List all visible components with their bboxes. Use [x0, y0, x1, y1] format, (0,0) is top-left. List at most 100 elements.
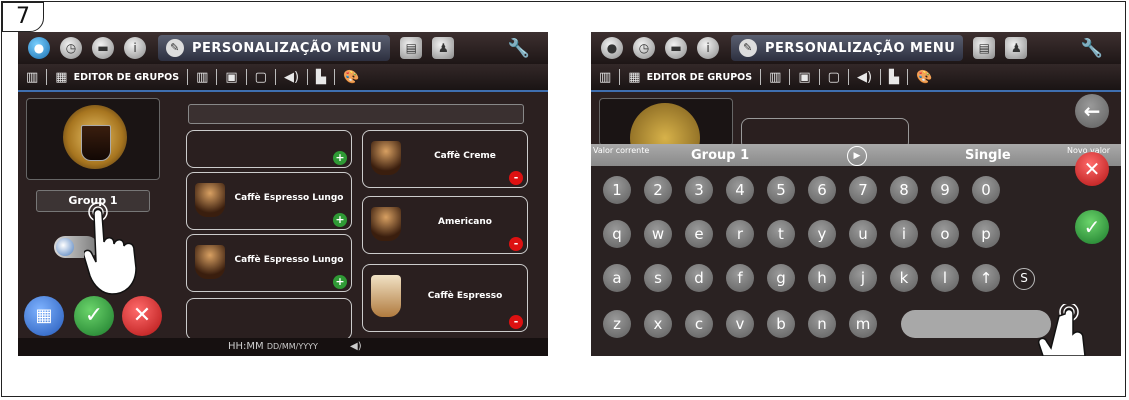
key-1[interactable]: 1 — [603, 176, 631, 204]
recipe-book-icon[interactable]: ▥ — [196, 70, 208, 85]
book-icon[interactable]: ▥ — [599, 70, 611, 85]
key-n[interactable]: n — [808, 310, 836, 338]
backspace-button[interactable]: ← — [1075, 94, 1109, 128]
drink-image — [371, 275, 401, 317]
palette-icon[interactable]: 🎨 — [343, 70, 359, 85]
divider — [245, 69, 247, 85]
user-icon[interactable]: ♟ — [1005, 37, 1028, 59]
speaker-icon[interactable]: ◀) — [284, 70, 299, 85]
left-screen: ● ◷ ▬ i ✎ PERSONALIZAÇÃO MENU ▤ ♟ 🔧 ▥ ▦ … — [18, 32, 548, 356]
wrench-icon[interactable]: 🔧 — [508, 38, 530, 59]
add-icon[interactable]: + — [333, 275, 347, 289]
key-k[interactable]: k — [890, 264, 918, 292]
group-image — [599, 98, 733, 146]
remove-icon[interactable]: - — [509, 171, 523, 185]
key-v[interactable]: v — [726, 310, 754, 338]
key-p[interactable]: p — [972, 220, 1000, 248]
drink-card[interactable]: Caffè Espresso Lungo + — [186, 234, 352, 292]
grid-button[interactable]: ▦ — [24, 296, 64, 336]
recipe-book-icon[interactable]: ▥ — [769, 70, 781, 85]
cancel-button[interactable]: ✕ — [122, 296, 162, 336]
key-c[interactable]: c — [685, 310, 713, 338]
key-g[interactable]: g — [767, 264, 795, 292]
key-7[interactable]: 7 — [849, 176, 877, 204]
remove-icon[interactable]: - — [509, 315, 523, 329]
list-icon[interactable]: ▤ — [400, 37, 423, 59]
key-d[interactable]: d — [685, 264, 713, 292]
new-value: Single — [965, 148, 1011, 163]
key-8[interactable]: 8 — [890, 176, 918, 204]
volume-icon[interactable]: ◀) — [350, 338, 362, 356]
group-editor-icon[interactable]: ▦ — [55, 70, 67, 85]
menu-title-button[interactable]: ✎ PERSONALIZAÇÃO MENU — [158, 35, 391, 61]
cancel-button[interactable]: ✕ — [1075, 152, 1109, 186]
key-a[interactable]: a — [603, 264, 631, 292]
key-j[interactable]: j — [849, 264, 877, 292]
group-image[interactable] — [26, 98, 160, 180]
drop-icon[interactable]: ● — [601, 37, 623, 59]
key-t[interactable]: t — [767, 220, 795, 248]
key-q[interactable]: q — [603, 220, 631, 248]
key-u[interactable]: u — [849, 220, 877, 248]
editor-de-grupos-tab[interactable]: EDITOR DE GRUPOS — [74, 72, 179, 83]
add-icon[interactable]: + — [333, 151, 347, 165]
palette-icon[interactable]: 🎨 — [916, 70, 932, 85]
key-h[interactable]: h — [808, 264, 836, 292]
key-s[interactable]: s — [644, 264, 672, 292]
add-icon[interactable]: + — [333, 213, 347, 227]
info-icon[interactable]: i — [124, 37, 146, 59]
drink-card[interactable]: Americano - — [362, 196, 528, 254]
key-x[interactable]: x — [644, 310, 672, 338]
key-4[interactable]: 4 — [726, 176, 754, 204]
screen-icon[interactable]: ▢ — [255, 70, 267, 85]
clock-icon[interactable]: ◷ — [60, 37, 82, 59]
key-e[interactable]: e — [685, 220, 713, 248]
key-2[interactable]: 2 — [644, 176, 672, 204]
drink-card[interactable]: Caffè Creme - — [362, 130, 528, 188]
drink-card[interactable]: + — [186, 130, 352, 168]
confirm-button[interactable]: ✓ — [74, 296, 114, 336]
editor-de-grupos-tab[interactable]: EDITOR DE GRUPOS — [647, 72, 752, 83]
list-icon[interactable]: ▤ — [973, 37, 996, 59]
key-6[interactable]: 6 — [808, 176, 836, 204]
key-shift[interactable]: ↑ — [972, 264, 1000, 292]
key-i[interactable]: i — [890, 220, 918, 248]
clock-icon[interactable]: ◷ — [633, 37, 655, 59]
drink-card[interactable]: Caffè Espresso Lungo + — [186, 172, 352, 230]
key-5[interactable]: 5 — [767, 176, 795, 204]
cup-icon[interactable]: ▬ — [665, 37, 687, 59]
speaker-icon[interactable]: ◀) — [857, 70, 872, 85]
key-z[interactable]: z — [603, 310, 631, 338]
play-icon[interactable]: ▶ — [847, 146, 867, 166]
key-m[interactable]: m — [849, 310, 877, 338]
key-y[interactable]: y — [808, 220, 836, 248]
key-f[interactable]: f — [726, 264, 754, 292]
image-icon[interactable]: ▣ — [798, 70, 810, 85]
book-icon[interactable]: ▥ — [26, 70, 38, 85]
key-symbol[interactable]: S — [1013, 268, 1035, 290]
image-icon[interactable]: ▣ — [225, 70, 237, 85]
confirm-button[interactable]: ✓ — [1075, 210, 1109, 244]
screen-icon[interactable]: ▢ — [828, 70, 840, 85]
menu-title-button[interactable]: ✎ PERSONALIZAÇÃO MENU — [731, 35, 964, 61]
drink-card[interactable]: Caffè Espresso - — [362, 264, 528, 332]
key-3[interactable]: 3 — [685, 176, 713, 204]
chart-icon[interactable]: ▙ — [889, 70, 899, 85]
info-icon[interactable]: i — [697, 37, 719, 59]
key-r[interactable]: r — [726, 220, 754, 248]
user-icon[interactable]: ♟ — [432, 37, 455, 59]
search-bar[interactable] — [188, 104, 524, 124]
remove-icon[interactable]: - — [509, 237, 523, 251]
water-drop-icon[interactable]: ● — [28, 37, 50, 59]
cup-icon[interactable]: ▬ — [92, 37, 114, 59]
key-w[interactable]: w — [644, 220, 672, 248]
key-b[interactable]: b — [767, 310, 795, 338]
key-l[interactable]: l — [931, 264, 959, 292]
chart-icon[interactable]: ▙ — [316, 70, 326, 85]
key-0[interactable]: 0 — [972, 176, 1000, 204]
group-editor-icon[interactable]: ▦ — [628, 70, 640, 85]
key-9[interactable]: 9 — [931, 176, 959, 204]
wrench-icon[interactable]: 🔧 — [1081, 38, 1103, 59]
drink-card[interactable] — [186, 298, 352, 340]
key-o[interactable]: o — [931, 220, 959, 248]
